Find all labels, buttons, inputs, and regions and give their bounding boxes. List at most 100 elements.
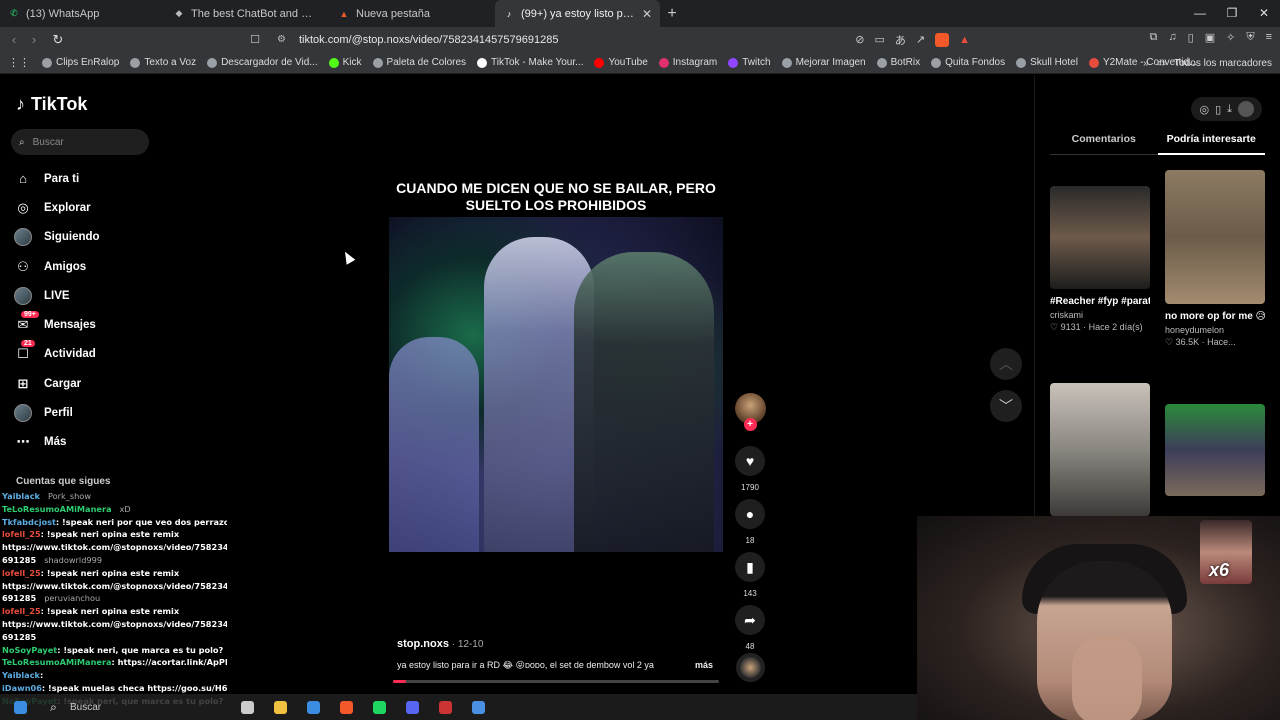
card-title[interactable]: no more op for me 😥 #valorantclip...: [1165, 310, 1265, 324]
bookmark-item[interactable]: Quita Fondos: [931, 57, 1005, 68]
bookmark-icon[interactable]: ☐: [245, 33, 265, 46]
card-author[interactable]: criskami: [1050, 310, 1150, 320]
tiktok-logo[interactable]: ♪ TikTok: [16, 94, 87, 115]
video-player[interactable]: [389, 217, 723, 552]
obs-icon[interactable]: [429, 694, 462, 720]
video-progress-bar[interactable]: [393, 680, 719, 683]
close-tab-icon[interactable]: ✕: [642, 7, 652, 21]
following-account-name[interactable]: Pork_show: [48, 491, 91, 501]
card-author[interactable]: honeydumelon: [1165, 325, 1265, 335]
bookmark-item[interactable]: YouTube: [594, 57, 648, 68]
browser-tab[interactable]: ✆ (13) WhatsApp: [0, 0, 165, 27]
recommended-video-card[interactable]: no more op for me 😥 #valorantclip...hone…: [1165, 170, 1265, 348]
next-video-chevron-down-icon[interactable]: ﹀: [990, 390, 1022, 422]
video-thumbnail[interactable]: [1050, 186, 1150, 289]
previous-video-chevron-up-icon[interactable]: ︿: [990, 348, 1022, 380]
restore-icon[interactable]: ❐: [1216, 0, 1248, 27]
bookmark-save-icon[interactable]: ▮: [735, 552, 765, 582]
comment-icon[interactable]: ●: [735, 499, 765, 529]
forward-icon[interactable]: ›: [24, 32, 44, 47]
device-icon[interactable]: ▯: [1215, 103, 1221, 116]
sidebar-icon[interactable]: ▯: [1188, 31, 1194, 44]
menu-icon[interactable]: ≡: [1266, 31, 1272, 44]
sidebar-item-following-avatar[interactable]: Siguiendo: [14, 223, 100, 252]
following-account-name[interactable]: xD: [120, 504, 131, 514]
leo-icon[interactable]: ✧: [1226, 31, 1235, 44]
following-account-name[interactable]: peruvianchou: [44, 593, 100, 603]
video-thumbnail[interactable]: [1050, 383, 1150, 516]
windows-start-icon[interactable]: [4, 694, 37, 720]
discover-icon[interactable]: ◎: [1199, 103, 1209, 116]
close-window-icon[interactable]: ✕: [1248, 0, 1280, 27]
spotify-icon[interactable]: [363, 694, 396, 720]
following-account-name[interactable]: shadowrld999: [44, 555, 102, 565]
taskbar-search-icon[interactable]: ⌕: [37, 694, 70, 720]
bookmark-item[interactable]: TikTok - Make Your...: [477, 57, 583, 68]
share-arrow-icon[interactable]: ➦: [735, 605, 765, 635]
bookmark-item[interactable]: Texto a Voz: [130, 57, 196, 68]
browser-tab[interactable]: ♪ (99+) ya estoy listo para ir a R ✕: [495, 0, 660, 27]
brave-shields-icon[interactable]: [935, 32, 950, 47]
media-icon[interactable]: ♫: [1168, 31, 1176, 44]
recommended-video-card[interactable]: [1165, 404, 1265, 496]
extensions-icon[interactable]: ⧉: [1150, 31, 1158, 44]
sidebar-item-activity[interactable]: ☐ 21 Actividad: [14, 340, 100, 369]
sidebar-item-profile-avatar[interactable]: Perfil: [14, 398, 100, 427]
tracking-off-icon[interactable]: ⊘: [855, 33, 864, 46]
apps-grid-icon[interactable]: ⋮⋮: [8, 56, 30, 69]
video-thumbnail[interactable]: [1165, 170, 1265, 304]
sidebar-item-home[interactable]: ⌂ Para ti: [14, 164, 100, 193]
bookmarks-overflow-icon[interactable]: »: [1143, 58, 1149, 69]
bookmark-item[interactable]: BotRix: [876, 57, 920, 68]
taskbar-search-label[interactable]: Buscar: [70, 702, 101, 713]
recommended-video-card[interactable]: [1050, 383, 1150, 516]
reload-icon[interactable]: ↻: [48, 32, 68, 48]
share-icon[interactable]: ↗: [916, 33, 925, 46]
bookmark-item[interactable]: Instagram: [658, 57, 717, 68]
sidebar-item-friends[interactable]: ⚇ Amigos: [14, 252, 100, 281]
bookmark-item[interactable]: Paleta de Colores: [372, 57, 466, 68]
video-thumbnail[interactable]: [1165, 404, 1265, 496]
all-bookmarks[interactable]: Todos los marcadores: [1174, 58, 1272, 69]
music-disc-icon[interactable]: [736, 653, 765, 682]
back-icon[interactable]: ‹: [4, 32, 24, 47]
tab-recommended[interactable]: Podría interesarte: [1157, 133, 1265, 155]
download-icon[interactable]: ⤓: [1227, 103, 1232, 116]
translate-icon[interactable]: あ: [895, 32, 906, 48]
screen-icon[interactable]: ▭: [874, 33, 884, 46]
recommended-video-card[interactable]: #Reacher #fyp #paratiiiiiiiiiiiiii...cri…: [1050, 186, 1150, 333]
bookmark-item[interactable]: Skull Hotel: [1016, 57, 1078, 68]
bookmark-item[interactable]: Kick: [328, 57, 362, 68]
author-handle[interactable]: stop.noxs: [397, 638, 449, 650]
creator-avatar[interactable]: +: [734, 393, 766, 431]
url-field[interactable]: ☐ ⚙ tiktok.com/@stop.noxs/video/75823414…: [245, 29, 1000, 50]
new-tab-icon[interactable]: +: [660, 5, 684, 23]
browser-tab[interactable]: ◆ The best ChatBot and Widgets fo: [165, 0, 330, 27]
bookmark-item[interactable]: Descargador de Vid...: [207, 57, 318, 68]
sidebar-item-more[interactable]: ⋯ Más: [14, 428, 100, 457]
user-avatar[interactable]: [1238, 101, 1254, 117]
video-author[interactable]: stop.noxs · 12-10: [397, 638, 483, 650]
sidebar-item-upload[interactable]: ⊞ Cargar: [14, 369, 100, 398]
app-icon[interactable]: [462, 694, 495, 720]
tab-comments[interactable]: Comentarios: [1050, 133, 1158, 155]
sidebar-item-messages[interactable]: ✉ 99+ Mensajes: [14, 310, 100, 339]
brave-icon[interactable]: [330, 694, 363, 720]
rewards-icon[interactable]: ▲: [959, 34, 970, 46]
card-title[interactable]: #Reacher #fyp #paratiiiiiiiiiiiiii...: [1050, 295, 1150, 309]
bookmark-item[interactable]: Twitch: [728, 57, 771, 68]
discord-icon[interactable]: [396, 694, 429, 720]
search-input[interactable]: ⌕ Buscar: [11, 129, 149, 155]
task-view-icon[interactable]: [231, 694, 264, 720]
store-icon[interactable]: [297, 694, 330, 720]
site-info-icon[interactable]: ⚙: [277, 34, 291, 45]
bookmark-item[interactable]: Mejorar Imagen: [781, 57, 866, 68]
vpn-icon[interactable]: ⛨: [1246, 31, 1254, 44]
sidebar-item-live-avatar[interactable]: LIVE: [14, 281, 100, 310]
file-explorer-icon[interactable]: [264, 694, 297, 720]
minimize-icon[interactable]: —: [1184, 0, 1216, 27]
bookmark-item[interactable]: Clips EnRalop: [42, 57, 119, 68]
follow-plus-icon[interactable]: +: [743, 418, 757, 431]
wallet-icon[interactable]: ▣: [1205, 31, 1215, 44]
browser-tab[interactable]: ▲ Nueva pestaña: [330, 0, 495, 27]
